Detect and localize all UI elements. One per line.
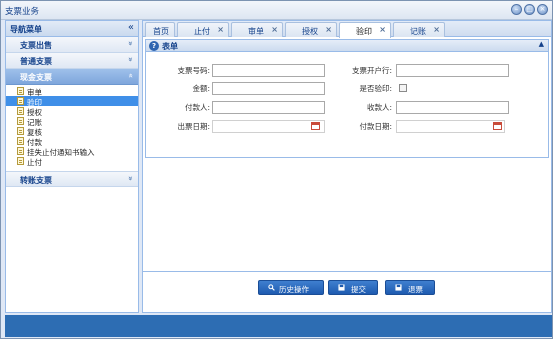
- save-icon: [395, 284, 402, 291]
- amount-field[interactable]: [212, 82, 325, 95]
- tab-close-icon[interactable]: ×: [271, 25, 278, 34]
- nav-item-recheck[interactable]: 复核: [6, 126, 138, 137]
- document-icon: [17, 137, 24, 145]
- calendar-icon[interactable]: [311, 122, 320, 130]
- section-cash-cheque[interactable]: 现金支票 »: [6, 69, 138, 85]
- help-icon: ?: [149, 41, 159, 51]
- window-title: 支票业务: [5, 7, 40, 17]
- collapse-panel-icon[interactable]: ▲: [539, 40, 544, 48]
- nav-item-seal-verify[interactable]: 验印: [6, 96, 138, 107]
- button-label: 提交: [351, 285, 366, 294]
- nav-title: 导航菜单: [10, 25, 42, 34]
- main-panel: 首页 止付 × 审单 × 授权 × 验印 × 记账 × ? 表单 ▲ 支票号码:…: [142, 20, 552, 313]
- app-window: 支票业务 – □ × 导航菜单 « 支票出售 » 普通支票 » 现金支票 » 审…: [0, 0, 553, 339]
- nav-item-stop-payment[interactable]: 止付: [6, 156, 138, 167]
- tab-seal-verify[interactable]: 验印 ×: [339, 22, 391, 38]
- seal-verified-label: 是否验印:: [359, 84, 392, 93]
- button-bar-divider: [143, 271, 551, 272]
- search-icon: [268, 284, 275, 291]
- submit-button[interactable]: 提交: [328, 280, 378, 295]
- payer-label: 付款人:: [184, 103, 210, 112]
- document-icon: [17, 97, 24, 105]
- nav-item-authorize[interactable]: 授权: [6, 106, 138, 117]
- document-icon: [17, 107, 24, 115]
- tab-label: 止付: [194, 27, 210, 36]
- tab-close-icon[interactable]: ×: [325, 25, 332, 34]
- tab-close-icon[interactable]: ×: [217, 25, 224, 34]
- tab-review[interactable]: 审单 ×: [231, 22, 283, 37]
- status-bar: [5, 315, 552, 337]
- button-label: 退票: [408, 285, 423, 294]
- cheque-number-label: 支票号码:: [177, 66, 210, 75]
- section-label: 支票出售: [20, 41, 52, 50]
- issuing-bank-label: 支票开户行:: [351, 66, 392, 75]
- nav-items: 审单 验印 授权 记账 复核 付款 挂失止付通知书输入 止付: [6, 85, 138, 171]
- tab-strip: 首页 止付 × 审单 × 授权 × 验印 × 记账 ×: [143, 21, 551, 38]
- tab-close-icon[interactable]: ×: [433, 25, 440, 34]
- document-icon: [17, 147, 24, 155]
- expand-icon: »: [126, 41, 136, 46]
- document-icon: [17, 87, 24, 95]
- document-icon: [17, 117, 24, 125]
- section-cheque-sale[interactable]: 支票出售 »: [6, 37, 138, 53]
- tab-authorize[interactable]: 授权 ×: [285, 22, 337, 37]
- nav-item-payment[interactable]: 付款: [6, 136, 138, 147]
- tab-close-icon[interactable]: ×: [379, 25, 386, 34]
- tab-label: 验印: [356, 27, 372, 36]
- expand-icon: »: [126, 57, 136, 62]
- tab-home[interactable]: 首页: [145, 22, 175, 37]
- history-button[interactable]: 历史操作: [258, 280, 324, 295]
- seal-verified-checkbox[interactable]: [399, 84, 407, 92]
- return-cheque-button[interactable]: 退票: [385, 280, 435, 295]
- close-icon[interactable]: ×: [537, 4, 548, 15]
- section-label: 现金支票: [20, 73, 52, 82]
- tab-bookkeeping[interactable]: 记账 ×: [393, 22, 445, 37]
- nav-item-label: 止付: [27, 158, 42, 167]
- nav-item-review[interactable]: 审单: [6, 86, 138, 97]
- section-transfer-cheque[interactable]: 转账支票 »: [6, 171, 138, 187]
- title-bar: 支票业务 – □ ×: [1, 1, 552, 20]
- calendar-icon[interactable]: [493, 122, 502, 130]
- window-controls: – □ ×: [511, 4, 548, 15]
- nav-item-loss-notice[interactable]: 挂失止付通知书输入: [6, 146, 138, 157]
- panel-title: 表单: [162, 42, 178, 51]
- payee-label: 收款人:: [366, 103, 392, 112]
- section-label: 转账支票: [20, 176, 52, 185]
- nav-item-bookkeeping[interactable]: 记账: [6, 116, 138, 127]
- payment-date-field[interactable]: [396, 120, 505, 133]
- form-panel-header: ? 表单 ▲: [145, 39, 549, 52]
- maximize-icon[interactable]: □: [524, 4, 535, 15]
- payment-date-label: 付款日期:: [359, 122, 392, 131]
- document-icon: [17, 127, 24, 135]
- nav-panel: 导航菜单 « 支票出售 » 普通支票 » 现金支票 » 审单 验印 授权 记账 …: [5, 20, 139, 313]
- document-icon: [17, 157, 24, 165]
- section-label: 普通支票: [20, 57, 52, 66]
- nav-header: 导航菜单 «: [6, 21, 138, 37]
- collapse-icon: »: [126, 73, 136, 78]
- issuing-bank-field[interactable]: [396, 64, 509, 77]
- minimize-icon[interactable]: –: [511, 4, 522, 15]
- cheque-form: 支票号码: 支票开户行: 金额: 是否验印: 付款人: 收款人: 出票日期: 付…: [145, 52, 549, 158]
- payee-field[interactable]: [396, 101, 509, 114]
- button-label: 历史操作: [279, 285, 309, 294]
- expand-icon: »: [126, 176, 136, 181]
- payer-field[interactable]: [212, 101, 325, 114]
- issue-date-field[interactable]: [212, 120, 325, 133]
- tab-label: 记账: [410, 27, 426, 36]
- cheque-number-field[interactable]: [212, 64, 325, 77]
- tab-label: 授权: [302, 27, 318, 36]
- tab-label: 首页: [153, 27, 169, 36]
- tab-label: 审单: [248, 27, 264, 36]
- issue-date-label: 出票日期:: [177, 122, 210, 131]
- collapse-nav-icon[interactable]: «: [128, 22, 134, 33]
- tab-stop-payment[interactable]: 止付 ×: [177, 22, 229, 37]
- amount-label: 金额:: [192, 84, 210, 93]
- save-icon: [338, 284, 345, 291]
- section-ordinary-cheque[interactable]: 普通支票 »: [6, 53, 138, 69]
